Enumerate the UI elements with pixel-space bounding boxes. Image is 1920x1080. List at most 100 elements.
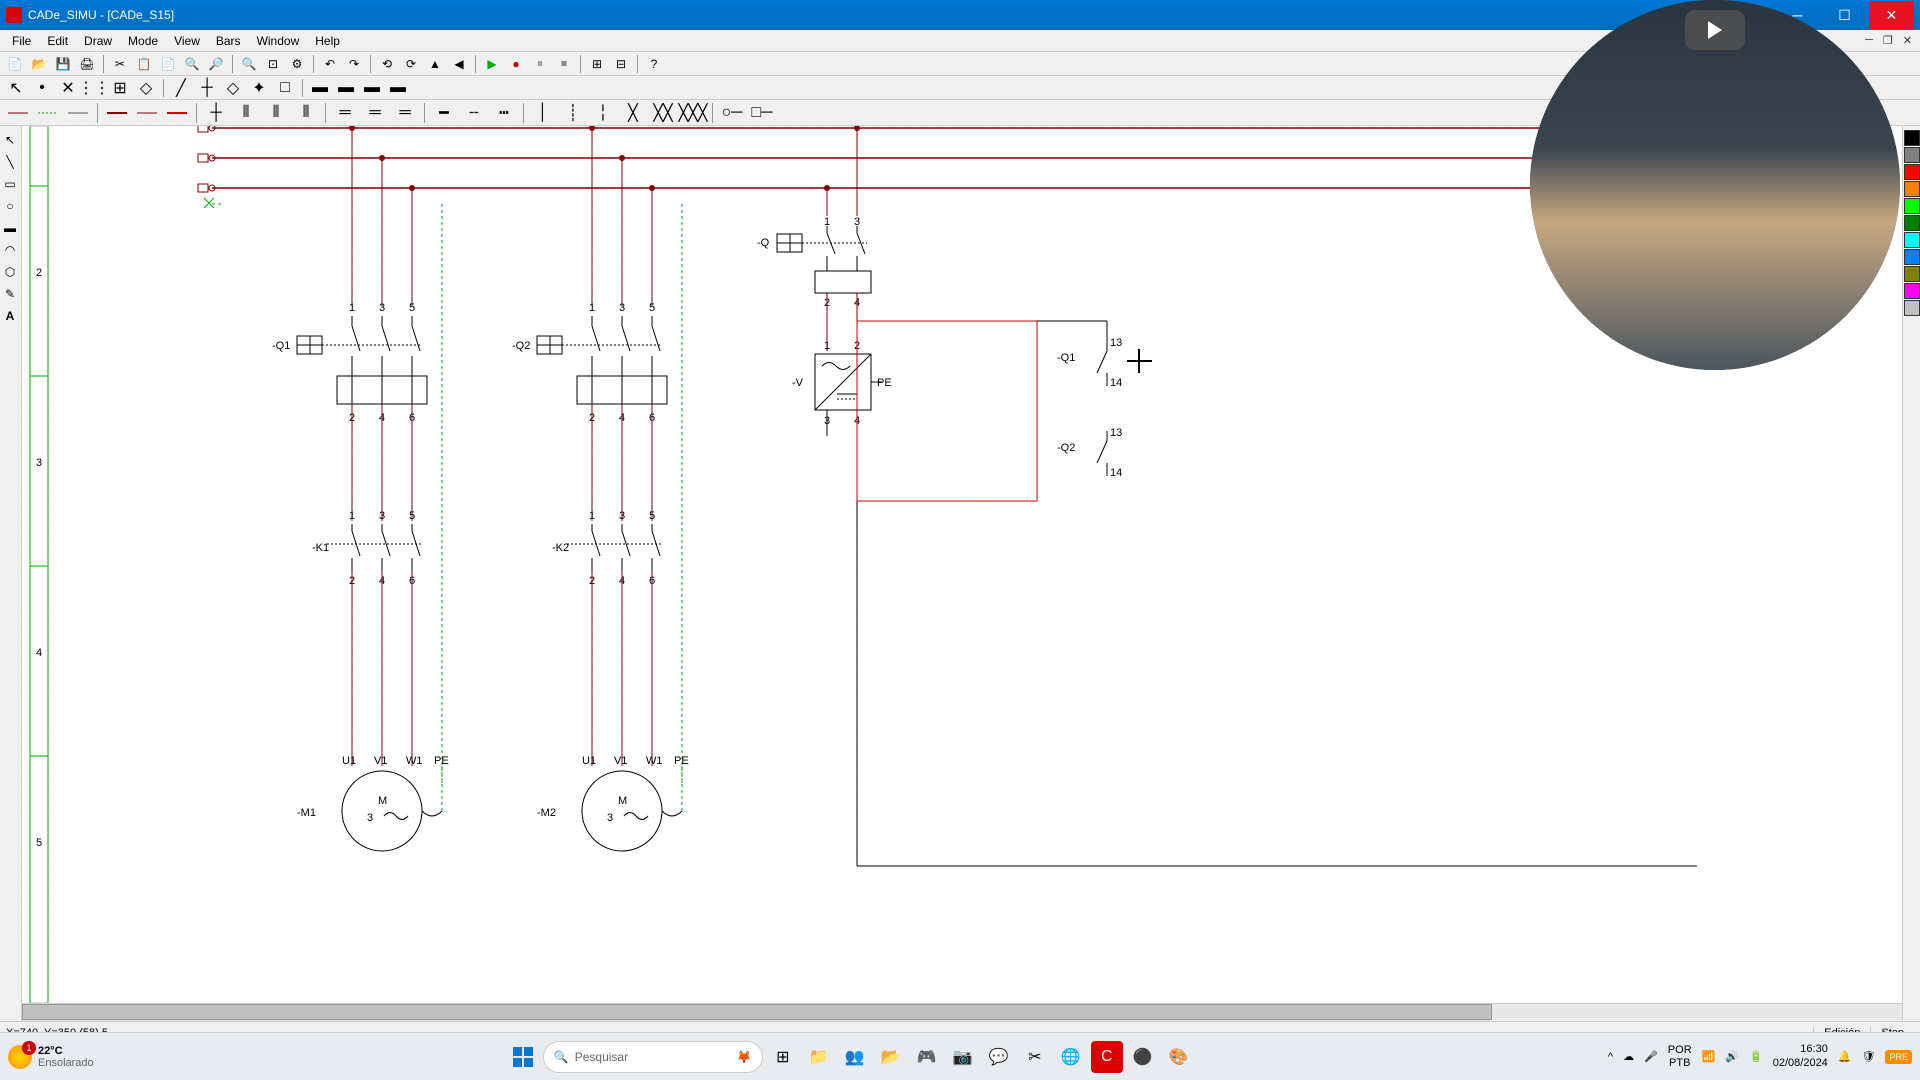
- arc-tool[interactable]: ◠: [0, 240, 20, 260]
- copy-button[interactable]: 📋: [133, 54, 155, 74]
- rect-tool[interactable]: ▭: [0, 174, 20, 194]
- snap-button[interactable]: ◇: [134, 78, 158, 98]
- instagram-icon[interactable]: 📷: [947, 1041, 979, 1073]
- color-green[interactable]: [1904, 215, 1920, 231]
- task-view-button[interactable]: ⊞: [767, 1041, 799, 1073]
- comp-wire4[interactable]: [103, 102, 131, 124]
- fill-rect-tool[interactable]: ▬: [0, 218, 20, 238]
- open-button[interactable]: 📂: [28, 54, 50, 74]
- play-button[interactable]: ▶: [481, 54, 503, 74]
- menu-file[interactable]: File: [4, 32, 39, 50]
- color-lime[interactable]: [1904, 198, 1920, 214]
- line4-button[interactable]: ▬: [386, 78, 410, 98]
- tray-wifi-icon[interactable]: 📶: [1702, 1050, 1716, 1063]
- color-olive[interactable]: [1904, 266, 1920, 282]
- pencil-tool[interactable]: ✎: [0, 284, 20, 304]
- junction-button[interactable]: ◇: [221, 78, 245, 98]
- delete-node-button[interactable]: ✕: [56, 78, 80, 98]
- menu-draw[interactable]: Draw: [76, 32, 120, 50]
- obs-icon[interactable]: ⚫: [1127, 1041, 1159, 1073]
- tray-language[interactable]: POR PTB: [1668, 1044, 1692, 1068]
- start-button[interactable]: [507, 1041, 539, 1073]
- comp-bus4[interactable]: ⦀: [292, 102, 320, 124]
- comp-cross[interactable]: ┼: [202, 102, 230, 124]
- ellipse-tool[interactable]: ○: [0, 196, 20, 216]
- comp-wire5[interactable]: [133, 102, 161, 124]
- comp-v1[interactable]: │: [529, 102, 557, 124]
- line3-button[interactable]: ▬: [360, 78, 384, 98]
- zoom-button[interactable]: 🔍: [238, 54, 260, 74]
- comp-node1[interactable]: ○─: [718, 102, 746, 124]
- rotate-right-button[interactable]: ⟳: [400, 54, 422, 74]
- comp-wire3[interactable]: [64, 102, 92, 124]
- skype-icon[interactable]: 💬: [983, 1041, 1015, 1073]
- comp-v5[interactable]: ╳╳: [649, 102, 677, 124]
- redo-button[interactable]: ↷: [343, 54, 365, 74]
- cade-icon[interactable]: C: [1091, 1041, 1123, 1073]
- box-button[interactable]: □: [273, 78, 297, 98]
- tray-datetime[interactable]: 16:30 02/08/2024: [1773, 1043, 1828, 1069]
- tray-battery-icon[interactable]: 🔋: [1749, 1050, 1763, 1063]
- scrollbar-horizontal[interactable]: [22, 1003, 1902, 1021]
- comp-bus3b[interactable]: ⦀: [262, 102, 290, 124]
- teams-icon[interactable]: 👥: [839, 1041, 871, 1073]
- zoom-fit-button[interactable]: ⊡: [262, 54, 284, 74]
- grid1-button[interactable]: ⋮⋮: [82, 78, 106, 98]
- comp-bus3[interactable]: ⦀: [232, 102, 260, 124]
- color-magenta[interactable]: [1904, 283, 1920, 299]
- tray-security-icon[interactable]: 🛡: [1862, 1050, 1876, 1063]
- find-next-button[interactable]: 🔎: [205, 54, 227, 74]
- node-button[interactable]: •: [30, 78, 54, 98]
- print-button[interactable]: 🖨: [76, 54, 98, 74]
- text-tool[interactable]: A: [0, 306, 20, 326]
- grid2-button[interactable]: ⊞: [108, 78, 132, 98]
- color-black[interactable]: [1904, 130, 1920, 146]
- color-red[interactable]: [1904, 164, 1920, 180]
- comp-wire1[interactable]: [4, 102, 32, 124]
- menu-edit[interactable]: Edit: [39, 32, 76, 50]
- cut-button[interactable]: ✂: [109, 54, 131, 74]
- new-button[interactable]: 📄: [4, 54, 26, 74]
- tray-volume-icon[interactable]: 🔊: [1725, 1050, 1739, 1063]
- pause-button[interactable]: ⏸: [529, 54, 551, 74]
- pointer-button[interactable]: ↖: [4, 78, 28, 98]
- menu-mode[interactable]: Mode: [120, 32, 166, 50]
- mirror-h-button[interactable]: ▲: [424, 54, 446, 74]
- play-overlay-icon[interactable]: [1685, 10, 1745, 50]
- comp-line-h[interactable]: ═: [331, 102, 359, 124]
- tray-cloud-icon[interactable]: ☁: [1623, 1050, 1634, 1063]
- comp-wire6[interactable]: [163, 102, 191, 124]
- discord-icon[interactable]: 🎮: [911, 1041, 943, 1073]
- comp-v6[interactable]: ╳╳╳: [679, 102, 707, 124]
- explorer-icon[interactable]: 📁: [803, 1041, 835, 1073]
- folder-icon[interactable]: 📂: [875, 1041, 907, 1073]
- tray-notification-icon[interactable]: 🔔: [1838, 1050, 1852, 1063]
- record-button[interactable]: ●: [505, 54, 527, 74]
- window2-button[interactable]: ⊟: [610, 54, 632, 74]
- menu-window[interactable]: Window: [249, 32, 308, 50]
- stop-button[interactable]: ⏹: [553, 54, 575, 74]
- chrome-icon[interactable]: 🌐: [1055, 1041, 1087, 1073]
- color-gray[interactable]: [1904, 147, 1920, 163]
- weather-widget[interactable]: 22°C Ensolarado: [8, 1045, 94, 1069]
- menu-view[interactable]: View: [166, 32, 208, 50]
- rotate-left-button[interactable]: ⟲: [376, 54, 398, 74]
- tray-mic-icon[interactable]: 🎤: [1644, 1050, 1658, 1063]
- comp-wire2[interactable]: [34, 102, 62, 124]
- help-button[interactable]: ?: [643, 54, 665, 74]
- snip-icon[interactable]: ✂: [1019, 1041, 1051, 1073]
- doc-close-button[interactable]: ✕: [1899, 34, 1916, 47]
- menu-bars[interactable]: Bars: [208, 32, 249, 50]
- menu-help[interactable]: Help: [307, 32, 348, 50]
- color-orange[interactable]: [1904, 181, 1920, 197]
- color-cyan[interactable]: [1904, 232, 1920, 248]
- save-button[interactable]: 💾: [52, 54, 74, 74]
- comp-v2[interactable]: ┊: [559, 102, 587, 124]
- refresh-button[interactable]: ⚙: [286, 54, 308, 74]
- find-button[interactable]: 🔍: [181, 54, 203, 74]
- comp-dash1[interactable]: ━: [430, 102, 458, 124]
- comp-dash3[interactable]: ┅: [490, 102, 518, 124]
- comp-v4[interactable]: ╳: [619, 102, 647, 124]
- mirror-v-button[interactable]: ◀: [448, 54, 470, 74]
- wire-button[interactable]: ┼: [195, 78, 219, 98]
